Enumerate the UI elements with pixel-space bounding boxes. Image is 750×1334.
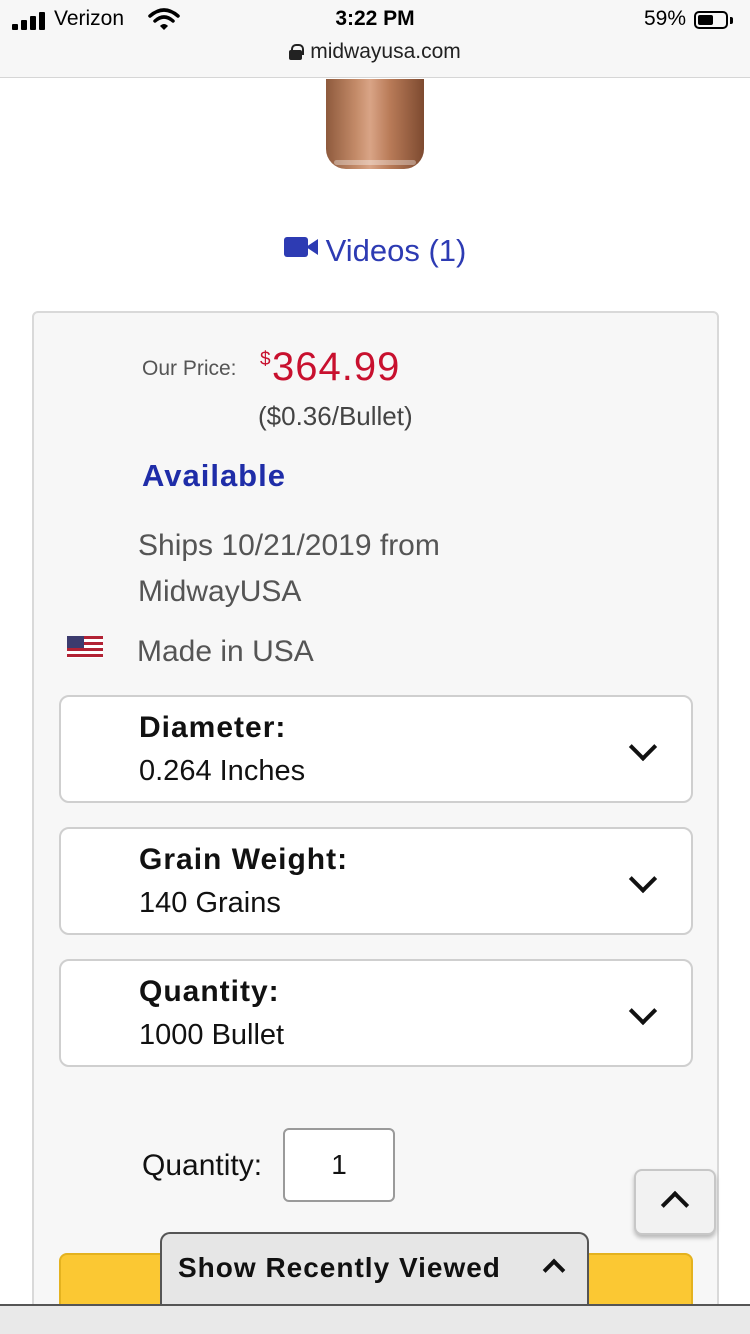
unit-price: ($0.36/Bullet) [258, 401, 413, 431]
shipping-info: Ships 10/21/2019 from MidwayUSA [138, 529, 440, 608]
buy-box: Our Price: $ 364.99 ($0.36/Bullet) Avail… [32, 311, 719, 1334]
chevron-up-icon [660, 1190, 690, 1220]
url-text: midwayusa.com [310, 40, 461, 63]
scroll-to-top-button[interactable] [634, 1169, 716, 1235]
bottom-bar [0, 1304, 750, 1334]
videos-label: Videos (1) [325, 233, 467, 268]
origin-label: Made in USA [137, 635, 314, 668]
chevron-down-icon [628, 864, 658, 894]
chevron-up-icon [542, 1258, 566, 1282]
battery-tip [730, 17, 733, 24]
recently-viewed-label: Show Recently Viewed [178, 1252, 501, 1283]
videos-link[interactable]: Videos (1) [0, 233, 750, 269]
quantity-input[interactable] [283, 1128, 395, 1202]
grain-weight-select[interactable]: Grain Weight: 140 Grains [59, 827, 693, 935]
battery-icon [694, 11, 728, 29]
lock-icon [289, 44, 305, 60]
price-value: 364.99 [272, 345, 401, 389]
option-value: 140 Grains [139, 887, 281, 919]
quantity-label: Quantity: [142, 1149, 263, 1182]
chevron-down-icon [628, 732, 658, 762]
show-recently-viewed-button[interactable]: Show Recently Viewed [160, 1232, 589, 1312]
us-flag-icon [67, 636, 103, 658]
battery-percent: 59% [643, 7, 686, 30]
diameter-select[interactable]: Diameter: 0.264 Inches [59, 695, 693, 803]
clock: 3:22 PM [335, 7, 415, 30]
address-bar[interactable]: midwayusa.com [0, 40, 750, 64]
price-label: Our Price: [142, 357, 237, 380]
status-bar: Verizon 3:22 PM 59% midwayusa.com [0, 0, 750, 78]
option-value: 0.264 Inches [139, 755, 306, 787]
chevron-down-icon [628, 996, 658, 1026]
option-label: Diameter: [139, 711, 287, 744]
option-label: Quantity: [139, 975, 280, 1008]
quantity-select[interactable]: Quantity: 1000 Bullet [59, 959, 693, 1067]
video-camera-icon [283, 235, 320, 259]
availability-status: Available [142, 458, 286, 493]
product-image[interactable] [326, 79, 424, 169]
price-currency: $ [260, 349, 271, 370]
option-label: Grain Weight: [139, 843, 349, 876]
option-value: 1000 Bullet [139, 1019, 285, 1051]
